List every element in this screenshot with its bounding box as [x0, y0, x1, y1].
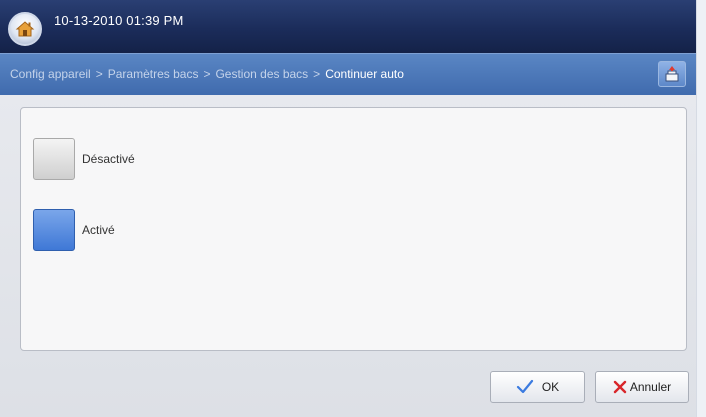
breadcrumb-separator: >	[313, 67, 321, 81]
breadcrumb-item-config-appareil[interactable]: Config appareil	[10, 67, 91, 81]
navigation-bar: Config appareil > Paramètres bacs > Gestion …	[0, 53, 696, 96]
breadcrumb-separator: >	[95, 67, 103, 81]
ok-button[interactable]: OK	[490, 371, 585, 403]
right-edge-strip	[696, 0, 706, 417]
option-desactive-label: Désactivé	[82, 152, 135, 166]
screen: 10-13-2010 01:39 PM Config appareil > Para…	[0, 0, 706, 417]
breadcrumb-current: Continuer auto	[325, 67, 404, 81]
date-time: 10-13-2010 01:39 PM	[54, 13, 184, 28]
option-desactive[interactable]: Désactivé	[33, 138, 135, 180]
x-icon	[613, 380, 627, 394]
breadcrumb-item-gestion-des-bacs[interactable]: Gestion des bacs	[215, 67, 308, 81]
option-active-button[interactable]	[33, 209, 75, 251]
content-area: Désactivé Activé OK Annuler	[0, 95, 696, 417]
option-desactive-button[interactable]	[33, 138, 75, 180]
breadcrumb: Config appareil > Paramètres bacs > Gestion …	[10, 67, 404, 81]
cancel-button-label: Annuler	[629, 380, 672, 394]
ok-button-label: OK	[541, 380, 560, 394]
top-bar: 10-13-2010 01:39 PM	[0, 0, 696, 53]
option-active[interactable]: Activé	[33, 209, 115, 251]
breadcrumb-separator: >	[203, 67, 211, 81]
breadcrumb-item-parametres-bacs[interactable]: Paramètres bacs	[108, 67, 199, 81]
home-button[interactable]	[8, 12, 42, 46]
cancel-button[interactable]: Annuler	[595, 371, 689, 403]
job-status-button[interactable]	[658, 61, 686, 87]
home-icon	[15, 21, 35, 37]
options-panel: Désactivé Activé	[20, 107, 687, 351]
option-active-label: Activé	[82, 223, 115, 237]
job-status-icon	[665, 66, 679, 82]
checkmark-icon	[516, 379, 533, 394]
